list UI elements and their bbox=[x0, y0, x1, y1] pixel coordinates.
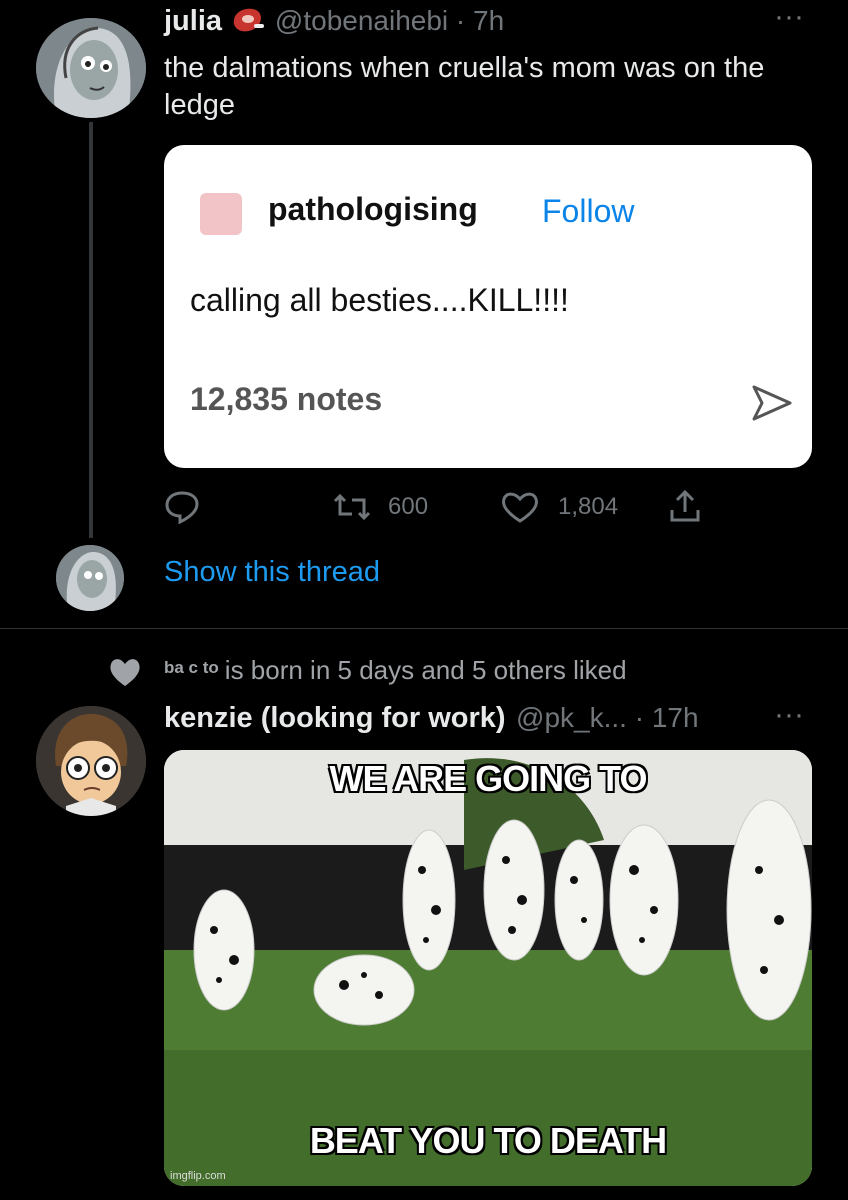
meme-bottom-caption: BEAT YOU TO DEATH bbox=[309, 1120, 667, 1161]
liked-heart-icon bbox=[108, 656, 142, 693]
more-options-icon[interactable]: ··· bbox=[774, 698, 804, 732]
social-context[interactable]: ba c to is born in 5 days and 5 others li… bbox=[164, 655, 627, 686]
retweet-icon[interactable] bbox=[332, 492, 372, 527]
embedded-post-card[interactable]: pathologising Follow calling all besties… bbox=[164, 145, 812, 468]
like-count: 1,804 bbox=[558, 493, 619, 520]
more-options-icon[interactable]: ··· bbox=[774, 0, 804, 34]
meat-emoji bbox=[230, 4, 266, 39]
show-thread-link[interactable]: Show this thread bbox=[164, 556, 380, 589]
notes-count[interactable]: 12,835 notes bbox=[190, 381, 382, 418]
liker-name[interactable]: ba c to bbox=[164, 658, 219, 677]
thread-avatar[interactable] bbox=[56, 545, 124, 611]
tweet-header: julia @tobenaihebi · 7h bbox=[164, 4, 504, 39]
thread-connector bbox=[89, 122, 93, 538]
tumblr-username[interactable]: pathologising bbox=[268, 191, 478, 228]
avatar[interactable] bbox=[36, 18, 146, 118]
social-context-text: is born in 5 days and 5 others liked bbox=[224, 655, 627, 685]
tumblr-post-text: calling all besties....KILL!!!! bbox=[190, 282, 569, 318]
meme-image[interactable]: WE ARE GOING TO BEAT YOU TO DEATH imgfli… bbox=[164, 750, 812, 1186]
handle-time[interactable]: @tobenaihebi · 7h bbox=[275, 5, 504, 36]
meme-top-caption: WE ARE GOING TO bbox=[329, 758, 647, 799]
kenzie-avatar[interactable] bbox=[36, 706, 146, 816]
tweet-divider bbox=[0, 628, 848, 629]
tumblr-user-icon bbox=[200, 193, 242, 235]
tweet-header: kenzie (looking for work) @pk_k... · 17h bbox=[164, 702, 699, 735]
tweet-text: the dalmations when cruella's mom was on… bbox=[164, 52, 765, 121]
reply-icon[interactable] bbox=[164, 490, 200, 529]
display-name[interactable]: julia bbox=[164, 5, 222, 37]
retweet-count: 600 bbox=[388, 493, 429, 520]
watermark: imgflip.com bbox=[170, 1170, 226, 1182]
display-name[interactable]: kenzie (looking for work) bbox=[164, 702, 506, 734]
like-icon[interactable] bbox=[500, 490, 540, 529]
handle-time[interactable]: @pk_k... · 17h bbox=[516, 702, 699, 733]
send-icon[interactable] bbox=[750, 383, 794, 428]
follow-button[interactable]: Follow bbox=[542, 193, 634, 230]
share-icon[interactable] bbox=[668, 488, 702, 529]
